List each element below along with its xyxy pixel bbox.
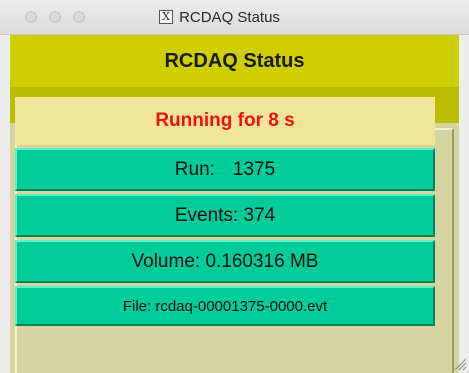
events-row: Events: 374 (15, 194, 435, 237)
window-titlebar[interactable]: X RCDAQ Status (0, 0, 469, 35)
run-number: 1375 (232, 158, 276, 180)
volume-row: Volume: 0.160316 MB (15, 240, 435, 283)
rcdaq-status-window: X RCDAQ Status RCDAQ Status mlpvm2 Runni… (0, 0, 469, 373)
file-row: File: rcdaq-00001375-0000.evt (15, 286, 435, 326)
run-number-row: Run: 1375 (15, 148, 435, 191)
window-title-group: X RCDAQ Status (0, 0, 469, 34)
window-title: RCDAQ Status (179, 8, 280, 26)
window-frame-right (459, 35, 469, 373)
running-status: Running for 8 s (15, 97, 435, 145)
window-frame-left (0, 35, 10, 373)
run-label: Run: (174, 158, 215, 180)
status-title: RCDAQ Status (10, 35, 459, 87)
resize-grip-icon[interactable] (451, 355, 467, 371)
x11-icon: X (159, 10, 174, 24)
